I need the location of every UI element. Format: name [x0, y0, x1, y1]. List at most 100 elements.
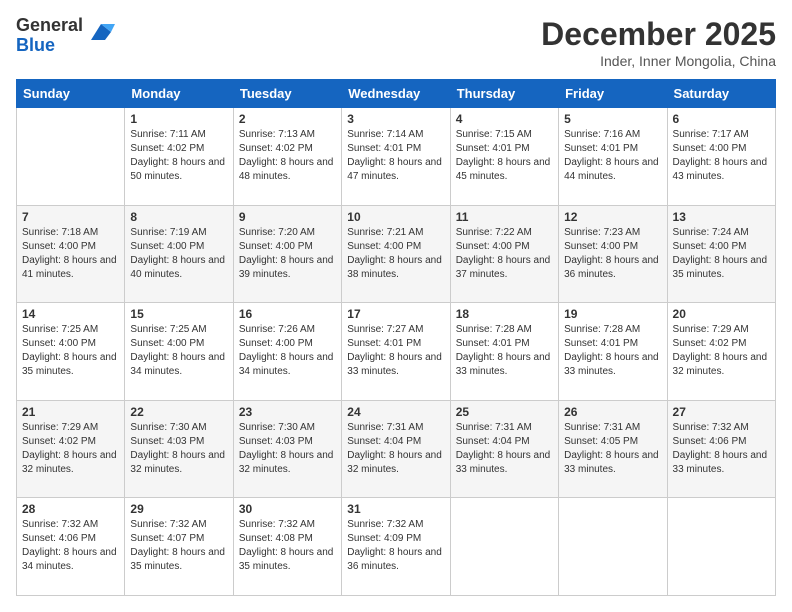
cell-info: Sunrise: 7:19 AMSunset: 4:00 PMDaylight:… [130, 227, 225, 280]
cell-info: Sunrise: 7:16 AMSunset: 4:01 PMDaylight:… [564, 129, 659, 182]
table-row: 24 Sunrise: 7:31 AMSunset: 4:04 PMDaylig… [342, 400, 450, 498]
day-number: 8 [130, 210, 227, 224]
day-number: 28 [22, 502, 119, 516]
cell-info: Sunrise: 7:26 AMSunset: 4:00 PMDaylight:… [239, 324, 334, 377]
table-row: 15 Sunrise: 7:25 AMSunset: 4:00 PMDaylig… [125, 303, 233, 401]
table-row: 1 Sunrise: 7:11 AMSunset: 4:02 PMDayligh… [125, 108, 233, 206]
cell-info: Sunrise: 7:32 AMSunset: 4:06 PMDaylight:… [22, 519, 117, 572]
cell-info: Sunrise: 7:32 AMSunset: 4:08 PMDaylight:… [239, 519, 334, 572]
calendar-week-5: 28 Sunrise: 7:32 AMSunset: 4:06 PMDaylig… [17, 498, 776, 596]
table-row: 18 Sunrise: 7:28 AMSunset: 4:01 PMDaylig… [450, 303, 558, 401]
cell-info: Sunrise: 7:29 AMSunset: 4:02 PMDaylight:… [673, 324, 768, 377]
day-number: 23 [239, 405, 336, 419]
day-number: 24 [347, 405, 444, 419]
table-row: 4 Sunrise: 7:15 AMSunset: 4:01 PMDayligh… [450, 108, 558, 206]
logo: General Blue [16, 16, 115, 56]
cell-info: Sunrise: 7:14 AMSunset: 4:01 PMDaylight:… [347, 129, 442, 182]
cell-info: Sunrise: 7:28 AMSunset: 4:01 PMDaylight:… [564, 324, 659, 377]
table-row: 6 Sunrise: 7:17 AMSunset: 4:00 PMDayligh… [667, 108, 775, 206]
cell-info: Sunrise: 7:32 AMSunset: 4:07 PMDaylight:… [130, 519, 225, 572]
cell-info: Sunrise: 7:31 AMSunset: 4:04 PMDaylight:… [347, 422, 442, 475]
day-number: 6 [673, 112, 770, 126]
header-monday: Monday [125, 80, 233, 108]
table-row: 27 Sunrise: 7:32 AMSunset: 4:06 PMDaylig… [667, 400, 775, 498]
day-number: 22 [130, 405, 227, 419]
table-row [450, 498, 558, 596]
table-row: 28 Sunrise: 7:32 AMSunset: 4:06 PMDaylig… [17, 498, 125, 596]
cell-info: Sunrise: 7:32 AMSunset: 4:06 PMDaylight:… [673, 422, 768, 475]
table-row: 17 Sunrise: 7:27 AMSunset: 4:01 PMDaylig… [342, 303, 450, 401]
table-row [667, 498, 775, 596]
day-number: 31 [347, 502, 444, 516]
day-number: 10 [347, 210, 444, 224]
cell-info: Sunrise: 7:31 AMSunset: 4:04 PMDaylight:… [456, 422, 551, 475]
day-number: 16 [239, 307, 336, 321]
cell-info: Sunrise: 7:30 AMSunset: 4:03 PMDaylight:… [130, 422, 225, 475]
day-number: 13 [673, 210, 770, 224]
calendar-table: Sunday Monday Tuesday Wednesday Thursday… [16, 79, 776, 596]
header-saturday: Saturday [667, 80, 775, 108]
day-number: 7 [22, 210, 119, 224]
table-row: 7 Sunrise: 7:18 AMSunset: 4:00 PMDayligh… [17, 205, 125, 303]
header-friday: Friday [559, 80, 667, 108]
logo-blue: Blue [16, 36, 83, 56]
table-row: 3 Sunrise: 7:14 AMSunset: 4:01 PMDayligh… [342, 108, 450, 206]
cell-info: Sunrise: 7:25 AMSunset: 4:00 PMDaylight:… [22, 324, 117, 377]
day-number: 4 [456, 112, 553, 126]
table-row: 31 Sunrise: 7:32 AMSunset: 4:09 PMDaylig… [342, 498, 450, 596]
cell-info: Sunrise: 7:28 AMSunset: 4:01 PMDaylight:… [456, 324, 551, 377]
calendar-week-2: 7 Sunrise: 7:18 AMSunset: 4:00 PMDayligh… [17, 205, 776, 303]
day-number: 14 [22, 307, 119, 321]
header: General Blue December 2025 Inder, Inner … [16, 16, 776, 69]
cell-info: Sunrise: 7:13 AMSunset: 4:02 PMDaylight:… [239, 129, 334, 182]
table-row: 10 Sunrise: 7:21 AMSunset: 4:00 PMDaylig… [342, 205, 450, 303]
table-row: 11 Sunrise: 7:22 AMSunset: 4:00 PMDaylig… [450, 205, 558, 303]
day-number: 20 [673, 307, 770, 321]
day-number: 5 [564, 112, 661, 126]
cell-info: Sunrise: 7:18 AMSunset: 4:00 PMDaylight:… [22, 227, 117, 280]
cell-info: Sunrise: 7:11 AMSunset: 4:02 PMDaylight:… [130, 129, 225, 182]
table-row: 12 Sunrise: 7:23 AMSunset: 4:00 PMDaylig… [559, 205, 667, 303]
calendar-week-1: 1 Sunrise: 7:11 AMSunset: 4:02 PMDayligh… [17, 108, 776, 206]
day-number: 1 [130, 112, 227, 126]
table-row: 5 Sunrise: 7:16 AMSunset: 4:01 PMDayligh… [559, 108, 667, 206]
table-row: 14 Sunrise: 7:25 AMSunset: 4:00 PMDaylig… [17, 303, 125, 401]
day-number: 2 [239, 112, 336, 126]
day-number: 29 [130, 502, 227, 516]
day-number: 25 [456, 405, 553, 419]
header-wednesday: Wednesday [342, 80, 450, 108]
day-number: 3 [347, 112, 444, 126]
cell-info: Sunrise: 7:15 AMSunset: 4:01 PMDaylight:… [456, 129, 551, 182]
header-thursday: Thursday [450, 80, 558, 108]
weekday-header-row: Sunday Monday Tuesday Wednesday Thursday… [17, 80, 776, 108]
table-row: 20 Sunrise: 7:29 AMSunset: 4:02 PMDaylig… [667, 303, 775, 401]
header-sunday: Sunday [17, 80, 125, 108]
calendar-week-3: 14 Sunrise: 7:25 AMSunset: 4:00 PMDaylig… [17, 303, 776, 401]
day-number: 11 [456, 210, 553, 224]
cell-info: Sunrise: 7:30 AMSunset: 4:03 PMDaylight:… [239, 422, 334, 475]
logo-general: General [16, 16, 83, 36]
cell-info: Sunrise: 7:29 AMSunset: 4:02 PMDaylight:… [22, 422, 117, 475]
location: Inder, Inner Mongolia, China [541, 53, 776, 69]
day-number: 26 [564, 405, 661, 419]
day-number: 17 [347, 307, 444, 321]
day-number: 18 [456, 307, 553, 321]
table-row: 9 Sunrise: 7:20 AMSunset: 4:00 PMDayligh… [233, 205, 341, 303]
day-number: 21 [22, 405, 119, 419]
calendar-week-4: 21 Sunrise: 7:29 AMSunset: 4:02 PMDaylig… [17, 400, 776, 498]
cell-info: Sunrise: 7:24 AMSunset: 4:00 PMDaylight:… [673, 227, 768, 280]
cell-info: Sunrise: 7:27 AMSunset: 4:01 PMDaylight:… [347, 324, 442, 377]
table-row: 25 Sunrise: 7:31 AMSunset: 4:04 PMDaylig… [450, 400, 558, 498]
cell-info: Sunrise: 7:17 AMSunset: 4:00 PMDaylight:… [673, 129, 768, 182]
table-row: 13 Sunrise: 7:24 AMSunset: 4:00 PMDaylig… [667, 205, 775, 303]
month-title: December 2025 [541, 16, 776, 53]
table-row: 16 Sunrise: 7:26 AMSunset: 4:00 PMDaylig… [233, 303, 341, 401]
cell-info: Sunrise: 7:31 AMSunset: 4:05 PMDaylight:… [564, 422, 659, 475]
day-number: 15 [130, 307, 227, 321]
table-row [559, 498, 667, 596]
table-row: 23 Sunrise: 7:30 AMSunset: 4:03 PMDaylig… [233, 400, 341, 498]
table-row: 26 Sunrise: 7:31 AMSunset: 4:05 PMDaylig… [559, 400, 667, 498]
cell-info: Sunrise: 7:25 AMSunset: 4:00 PMDaylight:… [130, 324, 225, 377]
title-section: December 2025 Inder, Inner Mongolia, Chi… [541, 16, 776, 69]
day-number: 9 [239, 210, 336, 224]
